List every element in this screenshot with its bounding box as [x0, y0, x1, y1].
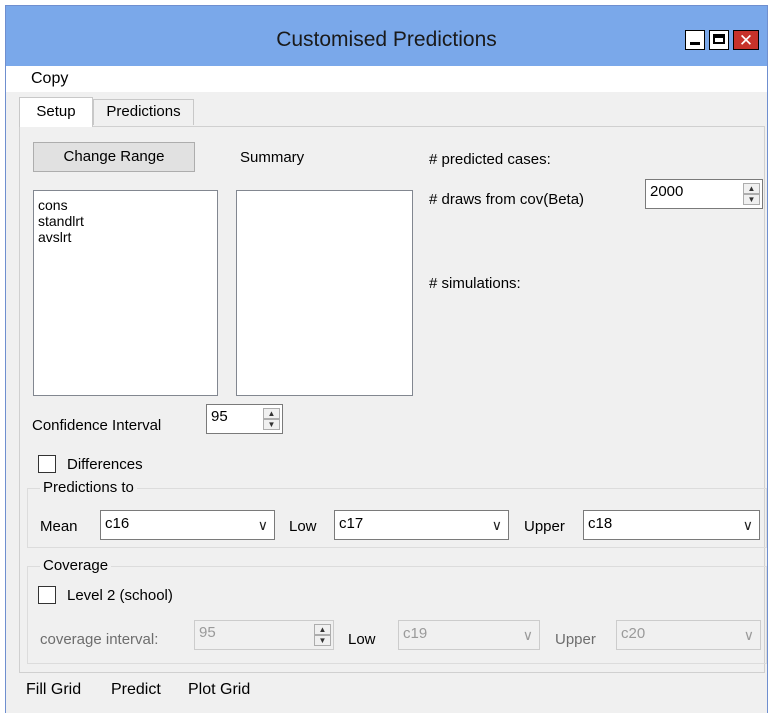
change-range-button[interactable]: Change Range [33, 142, 195, 172]
chevron-down-icon[interactable]: ∨ [743, 517, 753, 534]
spin-up-icon[interactable]: ▲ [743, 183, 760, 194]
coverage-interval-stepper[interactable]: 95 ▲ ▼ [194, 620, 334, 650]
low-label: Low [289, 518, 317, 535]
minimize-button[interactable] [685, 30, 705, 50]
predictions-to-title: Predictions to [40, 479, 137, 496]
coverage-upper-value: c20 [621, 625, 646, 642]
coverage-low-label: Low [348, 631, 376, 648]
mean-value: c16 [105, 515, 130, 532]
differences-label: Differences [67, 456, 143, 473]
predict-button[interactable]: Predict [111, 681, 161, 699]
list-item[interactable]: avslrt [34, 229, 217, 245]
maximize-button[interactable] [709, 30, 729, 50]
mean-select[interactable]: c16 ∨ [100, 510, 275, 540]
predicted-cases-label: # predicted cases: [429, 151, 551, 168]
list-item[interactable]: cons [34, 197, 217, 213]
chevron-down-icon[interactable]: ∨ [744, 627, 754, 644]
level-2-label: Level 2 (school) [67, 587, 173, 604]
chevron-down-icon[interactable]: ∨ [523, 627, 533, 644]
simulations-label: # simulations: [429, 275, 521, 292]
mean-label: Mean [40, 518, 78, 535]
spin-down-icon[interactable]: ▼ [263, 419, 280, 430]
menu-copy[interactable]: Copy [31, 70, 68, 88]
fill-grid-button[interactable]: Fill Grid [26, 681, 81, 699]
spin-down-icon[interactable]: ▼ [314, 635, 331, 646]
close-button[interactable]: ✕ [733, 30, 759, 50]
level-2-checkbox[interactable] [38, 586, 56, 604]
variables-list[interactable]: cons standlrt avslrt [33, 190, 218, 396]
list-item[interactable]: standlrt [34, 213, 217, 229]
coverage-interval-label: coverage interval: [40, 631, 159, 648]
summary-list[interactable] [236, 190, 413, 396]
window-title: Customised Predictions [276, 28, 497, 51]
coverage-low-select[interactable]: c19 ∨ [398, 620, 540, 650]
upper-select[interactable]: c18 ∨ [583, 510, 760, 540]
differences-checkbox[interactable] [38, 455, 56, 473]
coverage-upper-label: Upper [555, 631, 596, 648]
confidence-interval-stepper[interactable]: 95 ▲ ▼ [206, 404, 283, 434]
confidence-interval-value[interactable]: 95 [211, 408, 228, 425]
plot-grid-button[interactable]: Plot Grid [188, 681, 250, 699]
tab-predictions[interactable]: Predictions [93, 99, 194, 125]
chevron-down-icon[interactable]: ∨ [258, 517, 268, 534]
spin-up-icon[interactable]: ▲ [263, 408, 280, 419]
menu-bar: Copy [6, 66, 767, 92]
draws-stepper[interactable]: 2000 ▲ ▼ [645, 179, 763, 209]
low-value: c17 [339, 515, 364, 532]
draws-value[interactable]: 2000 [650, 183, 683, 200]
summary-label: Summary [240, 149, 305, 166]
upper-label: Upper [524, 518, 565, 535]
coverage-interval-value[interactable]: 95 [199, 624, 216, 641]
title-bar[interactable]: Customised Predictions ✕ [6, 6, 767, 66]
coverage-title: Coverage [40, 557, 112, 574]
coverage-low-value: c19 [403, 625, 428, 642]
spin-up-icon[interactable]: ▲ [314, 624, 331, 635]
chevron-down-icon[interactable]: ∨ [492, 517, 502, 534]
draws-label: # draws from cov(Beta) [429, 191, 585, 208]
confidence-interval-label: Confidence Interval [32, 417, 162, 434]
tab-setup[interactable]: Setup [19, 97, 93, 127]
coverage-upper-select[interactable]: c20 ∨ [616, 620, 761, 650]
close-icon: ✕ [738, 31, 754, 50]
spin-down-icon[interactable]: ▼ [743, 194, 760, 205]
upper-value: c18 [588, 515, 613, 532]
low-select[interactable]: c17 ∨ [334, 510, 509, 540]
